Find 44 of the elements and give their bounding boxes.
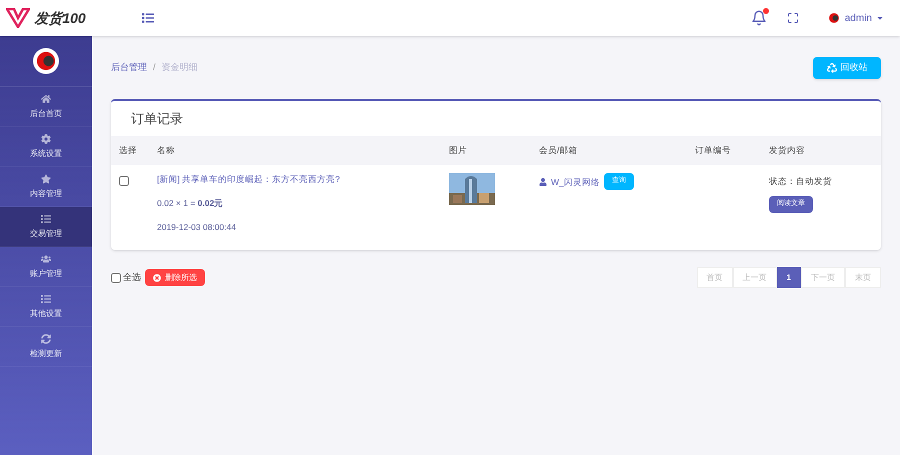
logo-icon xyxy=(6,8,30,28)
breadcrumb-item: 资金明细 xyxy=(162,60,198,74)
sidebar-item[interactable]: 检测更新 xyxy=(0,327,92,367)
column-header: 名称 xyxy=(157,144,176,157)
pagination-button[interactable]: 1 xyxy=(776,267,801,288)
logo-text: 发货100 xyxy=(34,8,86,28)
breadcrumb-separator: / xyxy=(153,60,156,74)
breadcrumb-item[interactable]: 后台管理 xyxy=(111,60,147,74)
recycle-icon xyxy=(826,62,836,72)
notification-icon[interactable] xyxy=(750,10,767,26)
column-header: 订单编号 xyxy=(695,144,732,157)
select-all-label[interactable]: 全选 xyxy=(123,270,141,284)
avatar-icon xyxy=(826,11,841,25)
sidebar-item[interactable]: 交易管理 xyxy=(0,207,92,247)
card-title: 订单记录 xyxy=(130,110,184,128)
user-menu[interactable]: admin xyxy=(844,10,872,26)
delete-selected-button[interactable]: 删除所选 xyxy=(145,269,205,286)
star-icon xyxy=(41,174,51,184)
row-checkbox[interactable] xyxy=(119,176,129,186)
column-header: 选择 xyxy=(118,144,138,157)
status-text: 状态：自动发货 xyxy=(769,175,832,188)
refresh-icon xyxy=(41,334,51,344)
fullscreen-icon[interactable] xyxy=(786,12,799,24)
users-icon xyxy=(41,254,51,264)
list-icon xyxy=(41,294,51,304)
column-header: 发货内容 xyxy=(769,144,806,157)
user-icon xyxy=(539,178,547,186)
sidebar-item[interactable]: 账户管理 xyxy=(0,247,92,287)
article-link[interactable]: [新闻] 共享单车的印度崛起：东方不亮西方亮? xyxy=(157,173,449,186)
member-name[interactable]: W_闪灵网络 xyxy=(551,176,600,189)
menu-icon[interactable] xyxy=(142,12,154,24)
avatar-icon xyxy=(33,48,59,74)
gear-icon xyxy=(41,134,51,144)
sidebar-item[interactable]: 其他设置 xyxy=(0,287,92,327)
select-all-checkbox[interactable] xyxy=(111,272,121,282)
sidebar-item[interactable]: 系统设置 xyxy=(0,127,92,167)
column-header: 图片 xyxy=(449,144,468,157)
sidebar-item[interactable]: 后台首页 xyxy=(0,87,92,127)
caret-icon xyxy=(876,14,884,22)
list-icon xyxy=(41,214,51,224)
home-icon xyxy=(41,94,51,104)
column-header: 会员/邮箱 xyxy=(539,144,578,157)
price-text: 0.02 × 1 = 0.02元 xyxy=(157,196,224,210)
order-time: 2019-12-03 08:00:44 xyxy=(157,220,237,234)
